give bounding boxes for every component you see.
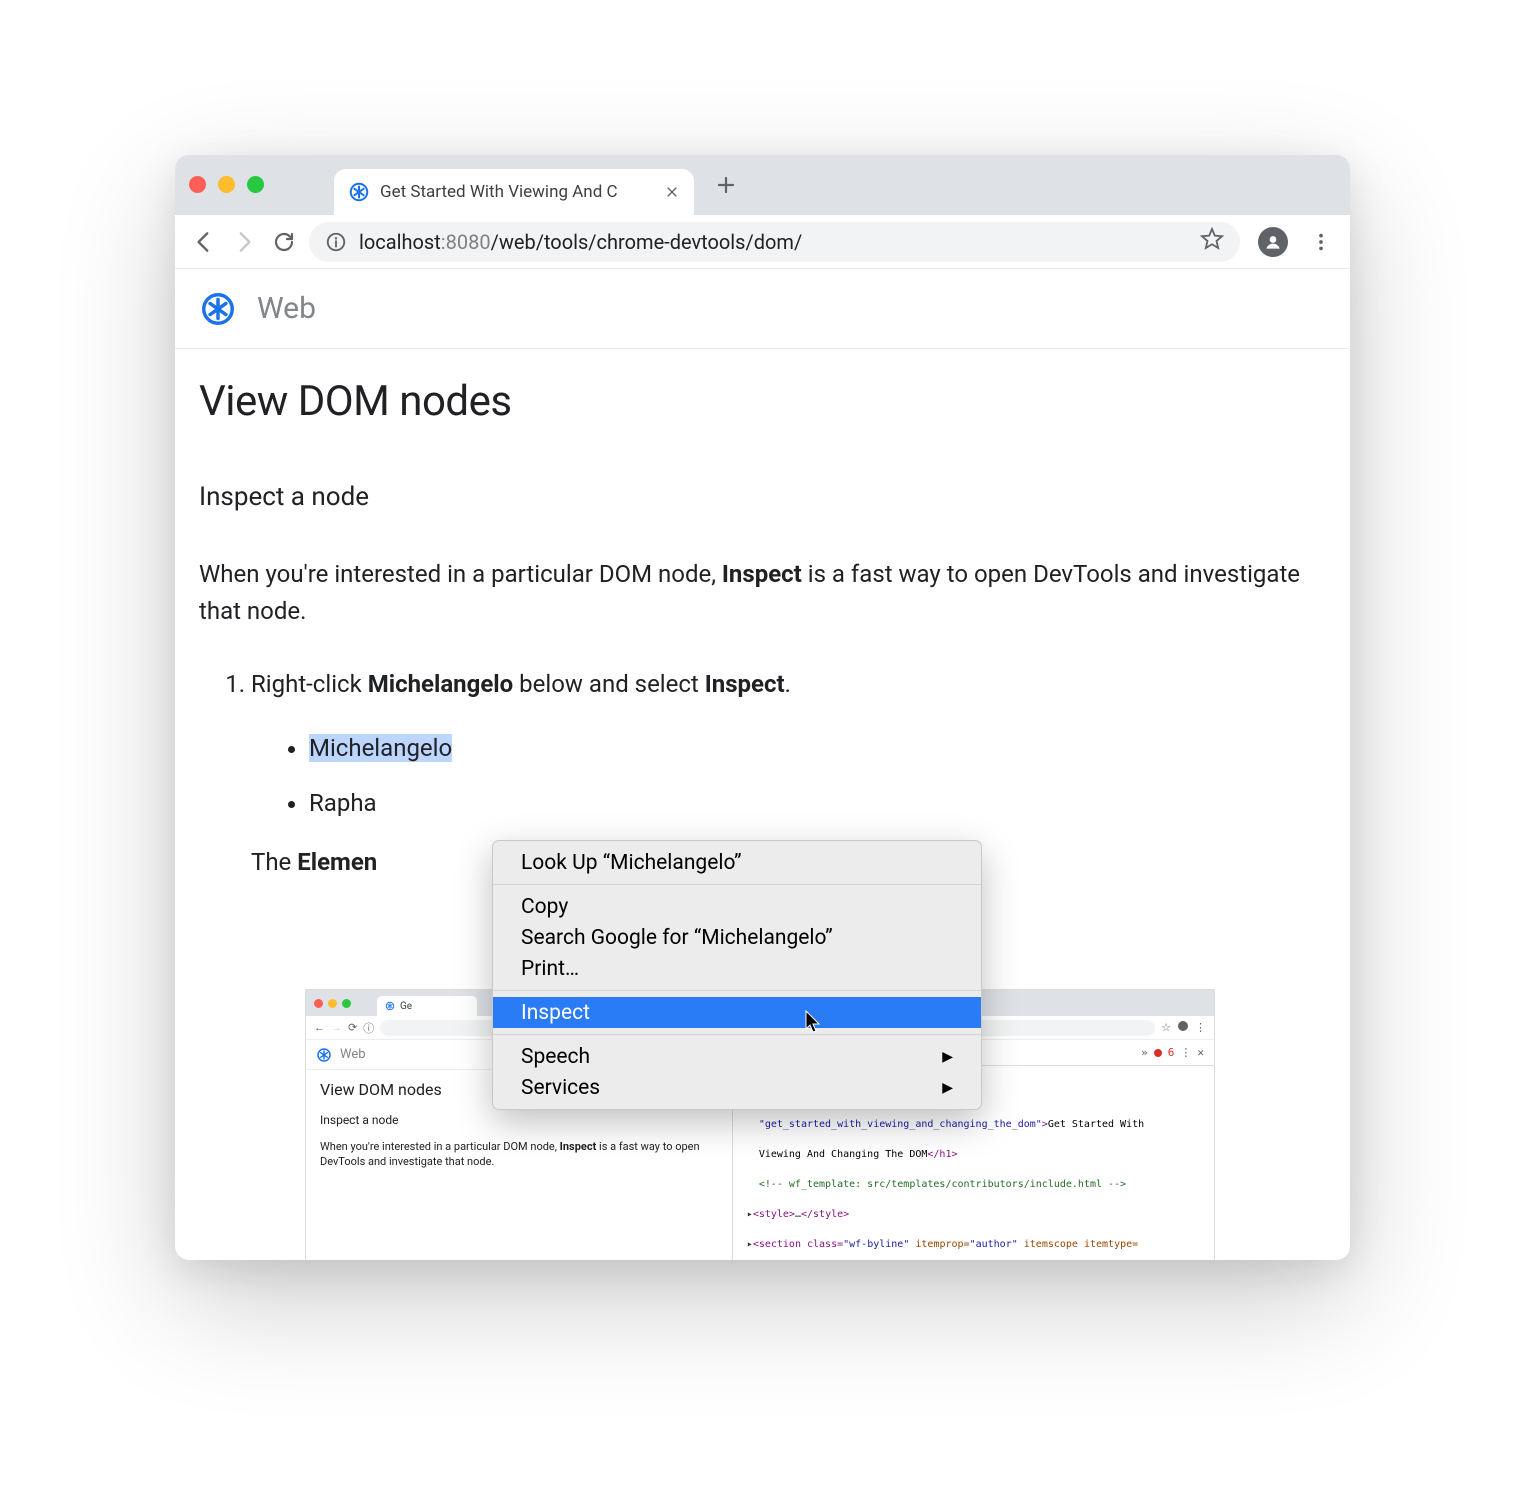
new-tab-button[interactable]: [714, 173, 738, 201]
page-content: View DOM nodes Inspect a node When you'r…: [175, 349, 1350, 1260]
intro-paragraph: When you're interested in a particular D…: [199, 556, 1326, 630]
forward-icon: →: [331, 1021, 342, 1034]
submenu-arrow-icon: ▶: [942, 1049, 953, 1065]
browser-toolbar: localhost:8080/web/tools/chrome-devtools…: [175, 215, 1350, 269]
site-info-icon: ⓘ: [363, 1020, 374, 1036]
browser-menu-icon[interactable]: [1306, 227, 1336, 257]
bookmark-star-icon: ☆: [1161, 1021, 1171, 1034]
submenu-arrow-icon: ▶: [942, 1080, 953, 1096]
back-button[interactable]: [189, 227, 219, 257]
site-header: Web: [175, 269, 1350, 349]
tab-title: Get Started With Viewing And C: [380, 182, 654, 202]
browser-window: Get Started With Viewing And C localhost…: [175, 155, 1350, 1260]
error-indicator-icon: [1154, 1049, 1162, 1057]
close-window-icon[interactable]: [189, 176, 206, 193]
browser-tab[interactable]: Get Started With Viewing And C: [334, 169, 694, 215]
menu-icon: ⋮: [1180, 1046, 1191, 1059]
context-menu-copy[interactable]: Copy: [493, 891, 981, 922]
menu-separator: [493, 1034, 981, 1035]
embedded-tab: Ge: [377, 996, 477, 1016]
page-title: View DOM nodes: [199, 377, 1326, 426]
url-path: /web/tools/chrome-devtools/dom/: [491, 230, 803, 254]
tab-favicon-icon: [348, 181, 370, 203]
tab-close-icon[interactable]: [664, 184, 680, 200]
reload-button[interactable]: [269, 227, 299, 257]
close-icon: ✕: [1197, 1046, 1204, 1059]
url-port: :8080: [441, 230, 491, 254]
maximize-window-icon: [342, 999, 351, 1008]
url-host: localhost: [359, 230, 441, 254]
menu-separator: [493, 884, 981, 885]
context-menu-speech[interactable]: Speech▶: [493, 1041, 981, 1072]
embedded-paragraph: When you're interested in a particular D…: [320, 1139, 718, 1170]
embedded-h2: Inspect a node: [320, 1113, 718, 1127]
list-item[interactable]: Rapha: [309, 785, 1326, 822]
tab-strip: Get Started With Viewing And C: [175, 155, 1350, 215]
context-menu-services[interactable]: Services▶: [493, 1072, 981, 1103]
bookmark-star-icon[interactable]: [1200, 227, 1224, 256]
embedded-window-controls: [314, 999, 351, 1008]
menu-separator: [493, 990, 981, 991]
section-title: Inspect a node: [199, 482, 1326, 512]
window-controls[interactable]: [189, 176, 264, 193]
site-info-icon[interactable]: [325, 231, 347, 253]
context-menu-lookup[interactable]: Look Up “Michelangelo”: [493, 847, 981, 878]
list-item[interactable]: Michelangelo: [309, 730, 1326, 767]
site-name: Web: [257, 291, 316, 326]
address-bar[interactable]: localhost:8080/web/tools/chrome-devtools…: [309, 222, 1240, 262]
close-window-icon: [314, 999, 323, 1008]
minimize-window-icon: [328, 999, 337, 1008]
devtools-more: » 6 ⋮ ✕: [1141, 1046, 1204, 1059]
minimize-window-icon[interactable]: [218, 176, 235, 193]
example-list: Michelangelo Rapha: [251, 730, 1326, 822]
forward-button[interactable]: [229, 227, 259, 257]
site-logo-icon: [199, 290, 237, 328]
profile-icon: [1177, 1020, 1189, 1035]
context-menu-search[interactable]: Search Google for “Michelangelo”: [493, 922, 981, 953]
url-text: localhost:8080/web/tools/chrome-devtools…: [359, 230, 802, 254]
back-icon: ←: [314, 1021, 325, 1034]
context-menu-print[interactable]: Print…: [493, 953, 981, 984]
maximize-window-icon[interactable]: [247, 176, 264, 193]
menu-icon: ⋮: [1195, 1021, 1206, 1034]
context-menu-inspect[interactable]: Inspect: [493, 997, 981, 1028]
context-menu: Look Up “Michelangelo” Copy Search Googl…: [492, 840, 982, 1110]
profile-avatar-icon[interactable]: [1258, 227, 1288, 257]
reload-icon: ⟳: [348, 1021, 357, 1034]
